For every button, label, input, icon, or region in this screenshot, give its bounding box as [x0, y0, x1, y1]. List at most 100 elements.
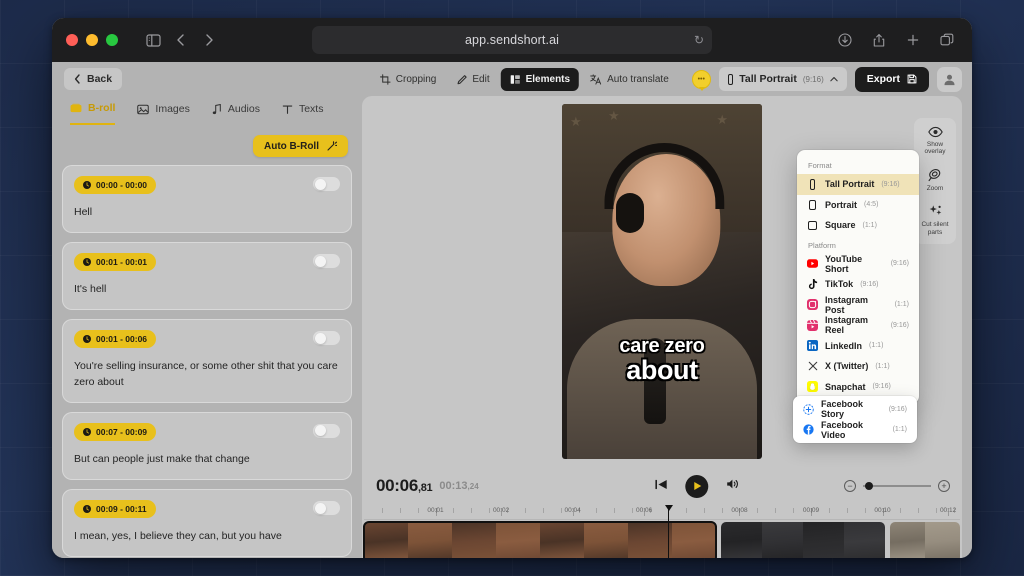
timeline[interactable]: 00:01 00:02 00:04 00:06 00:08 00:09 00:10 00:12 — [362, 505, 962, 558]
facebook-submenu[interactable]: Facebook Story (9:16) Facebook Video (1:… — [793, 396, 917, 443]
address-bar[interactable]: app.sendshort.ai ↻ — [312, 26, 712, 54]
share-icon[interactable] — [866, 27, 892, 53]
menu-item-portrait[interactable]: Portrait (4:5) — [797, 195, 919, 216]
timeline-clip-selected[interactable] — [363, 521, 717, 558]
zoom-button[interactable]: Zoom — [927, 168, 943, 192]
list-item[interactable]: 00:00 - 00:00 Hell — [62, 165, 352, 234]
zoom-slider[interactable] — [863, 482, 931, 491]
zoom-in-button[interactable]: + — [938, 480, 950, 492]
menu-item-facebook-story[interactable]: Facebook Story (9:16) — [793, 399, 917, 420]
timeline-thumbnail — [671, 522, 716, 558]
broll-clip-list[interactable]: 00:00 - 00:00 Hell 00:01 - 00:01 It's he… — [62, 165, 354, 558]
sidebar-item-texts[interactable]: Texts — [282, 102, 323, 125]
tab-cropping[interactable]: Cropping — [371, 68, 446, 91]
tabs-icon[interactable] — [934, 27, 960, 53]
list-item[interactable]: 00:09 - 00:11 I mean, yes, I believe the… — [62, 489, 352, 558]
minimize-window-button[interactable] — [86, 34, 98, 46]
clip-toggle[interactable] — [313, 423, 340, 438]
menu-item-tall-portrait-ratio: (9:16) — [881, 180, 900, 188]
back-icon[interactable] — [168, 27, 194, 53]
tab-edit[interactable]: Edit — [447, 68, 498, 91]
cut-silent-parts-button[interactable]: Cut silent parts — [916, 204, 954, 236]
new-tab-icon[interactable] — [900, 27, 926, 53]
play-button[interactable] — [685, 474, 709, 498]
menu-item-square[interactable]: Square (1:1) — [797, 215, 919, 236]
list-item[interactable]: 00:07 - 00:09 But can people just make t… — [62, 411, 352, 481]
clip-time-label: 00:07 - 00:09 — [96, 426, 148, 437]
zoom-out-button[interactable]: − — [844, 480, 856, 492]
menu-item-linkedin[interactable]: LinkedIn (1:1) — [797, 336, 919, 357]
ruler-tick — [524, 508, 526, 513]
show-overlay-button[interactable]: Show overlay — [916, 126, 954, 156]
list-item[interactable]: 00:01 - 00:01 It's hell — [62, 242, 352, 311]
clip-transcript-text: You're selling insurance, or some other … — [74, 360, 338, 388]
sidebar-item-images[interactable]: Images — [137, 102, 190, 125]
user-avatar[interactable] — [937, 66, 962, 92]
tab-elements[interactable]: Elements — [500, 67, 580, 91]
timeline-clips[interactable] — [363, 521, 960, 558]
menu-item-youtube-short[interactable]: YouTube Short (9:16) — [797, 254, 919, 275]
reload-icon[interactable]: ↻ — [694, 33, 704, 47]
menu-item-facebook-video[interactable]: Facebook Video (1:1) — [793, 420, 917, 441]
list-item[interactable]: 00:01 - 00:06 You're selling insurance, … — [62, 319, 352, 403]
auto-broll-button[interactable]: Auto B-Roll — [253, 135, 348, 157]
format-dropdown-menu[interactable]: Format Tall Portrait (9:16) Portrait (4:… — [793, 150, 919, 443]
facebook-story-icon — [803, 404, 814, 415]
ruler-label: 00:01 — [427, 507, 444, 514]
back-button[interactable]: Back — [64, 68, 123, 90]
window-controls[interactable] — [66, 34, 118, 46]
export-button[interactable]: Export — [854, 66, 929, 92]
clip-time-badge: 00:01 - 00:01 — [74, 253, 157, 272]
menu-item-x-twitter[interactable]: X (Twitter) (1:1) — [797, 356, 919, 377]
menu-item-instagram-post[interactable]: Instagram Post (1:1) — [797, 295, 919, 316]
timeline-ruler[interactable]: 00:01 00:02 00:04 00:06 00:08 00:09 00:10 00:12 — [364, 505, 960, 520]
skip-back-button[interactable] — [655, 477, 667, 495]
playhead[interactable] — [663, 505, 675, 558]
maximize-window-button[interactable] — [106, 34, 118, 46]
ruler-tick — [757, 508, 759, 513]
timeline-clip[interactable] — [720, 522, 885, 558]
ruler-label: 00:10 — [874, 507, 891, 514]
ruler-tick — [614, 508, 616, 513]
ruler-tick — [918, 508, 920, 513]
sidebar-item-audios[interactable]: Audios — [212, 102, 260, 125]
ruler-tick — [775, 508, 777, 513]
timeline-thumbnail — [451, 522, 496, 558]
credits-coin-icon[interactable]: ••• — [691, 69, 711, 91]
translate-icon — [590, 73, 602, 85]
menu-item-square-label: Square — [825, 220, 856, 231]
zoom-slider-thumb[interactable] — [865, 482, 873, 491]
eye-icon — [927, 126, 943, 138]
menu-item-tiktok[interactable]: TikTok (9:16) — [797, 274, 919, 295]
caption-line-2: about — [626, 355, 698, 386]
clip-toggle[interactable] — [313, 501, 340, 516]
forward-icon[interactable] — [196, 27, 222, 53]
clip-toggle[interactable] — [313, 331, 340, 346]
tab-auto-translate[interactable]: Auto translate — [581, 68, 678, 91]
video-preview[interactable]: ★ ★ ★ care zero about — [562, 104, 762, 459]
menu-item-youtube-short-ratio: (9:16) — [890, 260, 909, 268]
format-selector-button[interactable]: Tall Portrait (9:16) — [718, 67, 847, 91]
cut-silent-parts-label: Cut silent parts — [921, 221, 949, 236]
image-icon — [137, 104, 150, 114]
sidebar-item-broll[interactable]: B-roll — [70, 102, 116, 125]
close-window-button[interactable] — [66, 34, 78, 46]
clip-time-label: 00:09 - 00:11 — [96, 504, 147, 515]
menu-item-snapchat[interactable]: Snapchat (9:16) — [797, 377, 919, 398]
timeline-thumbnail — [495, 522, 540, 558]
clip-toggle[interactable] — [313, 177, 340, 191]
sidebar-icon[interactable] — [140, 27, 166, 53]
menu-item-instagram-reel[interactable]: Instagram Reel (9:16) — [797, 315, 919, 336]
format-selector-label: Tall Portrait — [739, 73, 797, 85]
menu-item-tall-portrait[interactable]: Tall Portrait (9:16) — [797, 174, 919, 195]
decor-star-icon: ★ — [570, 114, 582, 129]
clip-toggle[interactable] — [313, 254, 340, 269]
sidebar-item-audios-label: Audios — [227, 103, 260, 115]
total-time: 00:13,24 — [439, 480, 478, 492]
downloads-icon[interactable] — [832, 27, 858, 53]
timeline-zoom-control[interactable]: − + — [844, 480, 950, 492]
decor-star-icon: ★ — [608, 108, 620, 123]
timeline-clip[interactable] — [889, 522, 960, 558]
video-caption[interactable]: care zero about — [562, 336, 762, 384]
volume-button[interactable] — [726, 477, 739, 495]
